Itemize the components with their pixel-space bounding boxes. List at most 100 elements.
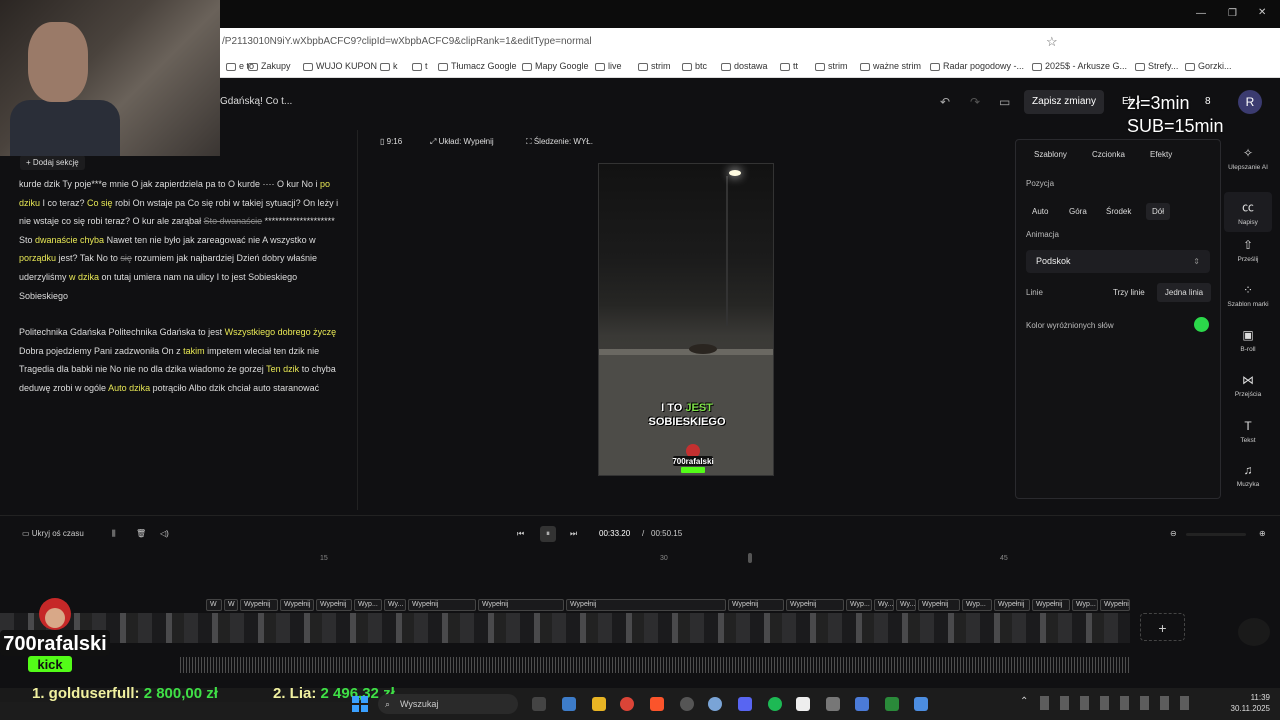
timeline-clip[interactable]: Wypełnij [1032, 599, 1070, 611]
rail-tekst[interactable]: T Tekst [1224, 419, 1272, 444]
audio-waveform[interactable] [180, 657, 1130, 673]
pause-button[interactable]: ⏸ [540, 526, 556, 542]
file-explorer-icon[interactable] [592, 697, 606, 711]
transcript-text[interactable]: ···· [262, 179, 277, 189]
trash-icon[interactable]: 🗑 [136, 529, 146, 538]
timeline-clip[interactable]: Wypełnij [408, 599, 476, 611]
bookmark-item[interactable]: Gorzki... [1185, 61, 1232, 71]
timeline-clip[interactable]: Wy... [384, 599, 406, 611]
highlighted-word[interactable]: Ten dzik [266, 364, 299, 374]
timeline-clip[interactable]: Wyp... [1072, 599, 1098, 611]
redo-icon[interactable]: ↷ [970, 95, 980, 109]
rail-przejścia[interactable]: ⋈ Przejścia [1224, 373, 1272, 398]
animation-select[interactable]: Podskok ⇕ [1026, 250, 1210, 273]
transcript-text[interactable]: O jak zapierdziela pa to O kurde [129, 179, 263, 189]
discord-icon[interactable] [738, 697, 752, 711]
undo-icon[interactable]: ↶ [940, 95, 950, 109]
volume-icon[interactable]: ◁) [160, 529, 169, 538]
bookmark-item[interactable]: live [595, 61, 622, 71]
zoom-in-icon[interactable]: ⊕ [1259, 529, 1266, 538]
timeline-clip[interactable]: W [224, 599, 238, 611]
url-text[interactable]: /P2113010N9iY.wXbpbACFC9?clipId=wXbpbACF… [222, 36, 592, 47]
highlighted-word[interactable]: porządku [19, 253, 56, 263]
excel-icon[interactable] [885, 697, 899, 711]
notepad-icon[interactable] [914, 697, 928, 711]
app-icon[interactable] [796, 697, 810, 711]
position-gora[interactable]: Góra [1069, 207, 1087, 216]
timeline-clip[interactable]: W [206, 599, 222, 611]
timeline-clip[interactable]: Wypełnij [478, 599, 564, 611]
highlighted-word[interactable]: Wszystkiego dobrego życzę [225, 327, 337, 337]
caption-line-2[interactable]: SOBIESKIEGO [599, 416, 773, 428]
add-section-button[interactable]: + Dodaj sekcję [20, 155, 85, 170]
timeline-clip[interactable]: Wypełnij [786, 599, 844, 611]
lines-one[interactable]: Jedna linia [1157, 283, 1211, 302]
bookmark-item[interactable]: WUJO KUPON [303, 61, 377, 71]
bookmark-item[interactable]: Tłumacz Google [438, 61, 517, 71]
ratio-button[interactable]: ▯ 9:16 [380, 137, 402, 146]
app-icon[interactable] [708, 697, 722, 711]
split-icon[interactable]: ⫼ [112, 529, 116, 539]
bookmark-item[interactable]: Strefy... [1135, 61, 1178, 71]
timeline-clip[interactable]: Wyp... [846, 599, 872, 611]
rail-muzyka[interactable]: ♫ Muzyka [1224, 463, 1272, 488]
highlight-color-swatch[interactable] [1194, 317, 1209, 332]
video-preview[interactable]: I TO JEST SOBIESKIEGO 700rafalski [598, 163, 774, 476]
rail-b-roll[interactable]: ▣ B-roll [1224, 328, 1272, 353]
transcript-text[interactable]: Ty poje***e mnie [62, 179, 129, 189]
bookmark-item[interactable]: Mapy Google [522, 61, 589, 71]
bookmark-item[interactable]: k [380, 61, 398, 71]
transcript-paragraph[interactable]: kurde dzik Ty poje***e mnie O jak zapier… [19, 175, 339, 305]
layout-button[interactable]: ⤢ Układ: Wypełnij [430, 137, 494, 147]
transcript-text[interactable]: potrąciło Albo dzik chciał auto staranow… [150, 383, 320, 393]
avatar[interactable]: R [1238, 90, 1262, 114]
lines-three[interactable]: Trzy linie [1113, 288, 1145, 297]
bookmark-item[interactable]: strim [638, 61, 671, 71]
timeline-clip[interactable]: Wyp... [354, 599, 382, 611]
hide-timeline-button[interactable]: ▭ Ukryj oś czasu [22, 529, 84, 538]
timeline-clip[interactable]: Wypełnij [728, 599, 784, 611]
timeline-clip[interactable]: Wypełnij [280, 599, 314, 611]
zoom-slider[interactable] [1186, 533, 1246, 536]
transcript-text[interactable]: kurde dzik [19, 179, 62, 189]
position-auto[interactable]: Auto [1032, 207, 1048, 216]
maximize-button[interactable]: ❐ [1228, 8, 1237, 19]
aspect-icon[interactable]: ▭ [999, 95, 1010, 109]
transcript-text[interactable]: I co teraz? [40, 198, 87, 208]
taskbar-search[interactable]: ⌕ Wyszukaj [378, 694, 518, 714]
highlighted-word[interactable]: Auto dzika [108, 383, 150, 393]
timeline-clip[interactable]: Wypełnij [918, 599, 960, 611]
bookmark-item[interactable]: Radar pogodowy -... [930, 61, 1024, 71]
transcript-text[interactable]: Sto [19, 235, 35, 245]
rail-ulepszanie-ai[interactable]: ✧ Ulepszanie AI [1224, 146, 1272, 171]
tracking-button[interactable]: ⛶ Śledzenie: WYŁ. [526, 137, 593, 147]
chrome-icon[interactable] [620, 697, 634, 711]
taskbar-clock[interactable]: 11:39 30.11.2025 [1220, 692, 1270, 714]
transcript-text[interactable]: ******************** [262, 216, 335, 226]
timeline-clip[interactable]: Wy... [874, 599, 894, 611]
timeline-clip[interactable]: Wypełnij [566, 599, 726, 611]
highlighted-word[interactable]: Co się [87, 198, 113, 208]
app-icon[interactable] [562, 697, 576, 711]
timeline-clip[interactable]: Wy... [896, 599, 916, 611]
tab-czcionka[interactable]: Czcionka [1092, 150, 1125, 159]
bookmark-item[interactable]: tt [780, 61, 798, 71]
tray-icons[interactable] [1040, 696, 1190, 710]
bookmark-item[interactable]: 2025$ - Arkusze G... [1032, 61, 1127, 71]
add-clip-button[interactable]: + [1140, 613, 1185, 641]
task-view-icon[interactable] [532, 697, 546, 711]
bookmark-item[interactable]: ważne strim [860, 61, 921, 71]
save-changes-button[interactable]: Zapisz zmiany [1024, 90, 1104, 114]
rail-szablon-marki[interactable]: ⁘ Szablon marki [1224, 283, 1272, 308]
timeline-clip[interactable]: Wypełnij [240, 599, 278, 611]
skip-back-icon[interactable]: ⏮ [517, 529, 524, 539]
obs-icon[interactable] [680, 697, 694, 711]
transcript-text[interactable]: Politechnika Gdańska Politechnika Gdańsk… [19, 327, 225, 337]
star-bookmark-icon[interactable]: ☆ [1046, 34, 1058, 50]
windows-start-icon[interactable] [352, 696, 368, 712]
video-track-thumbnails[interactable] [0, 613, 1130, 643]
rail-napisy[interactable]: ㏄ Napisy [1224, 192, 1272, 232]
transcript-text[interactable]: Dobra pojedziemy Pani zadzwoniła On z [19, 346, 183, 356]
tray-chevron-icon[interactable]: ⌃ [1020, 696, 1028, 707]
bookmark-item[interactable]: Zakupy [248, 61, 291, 71]
